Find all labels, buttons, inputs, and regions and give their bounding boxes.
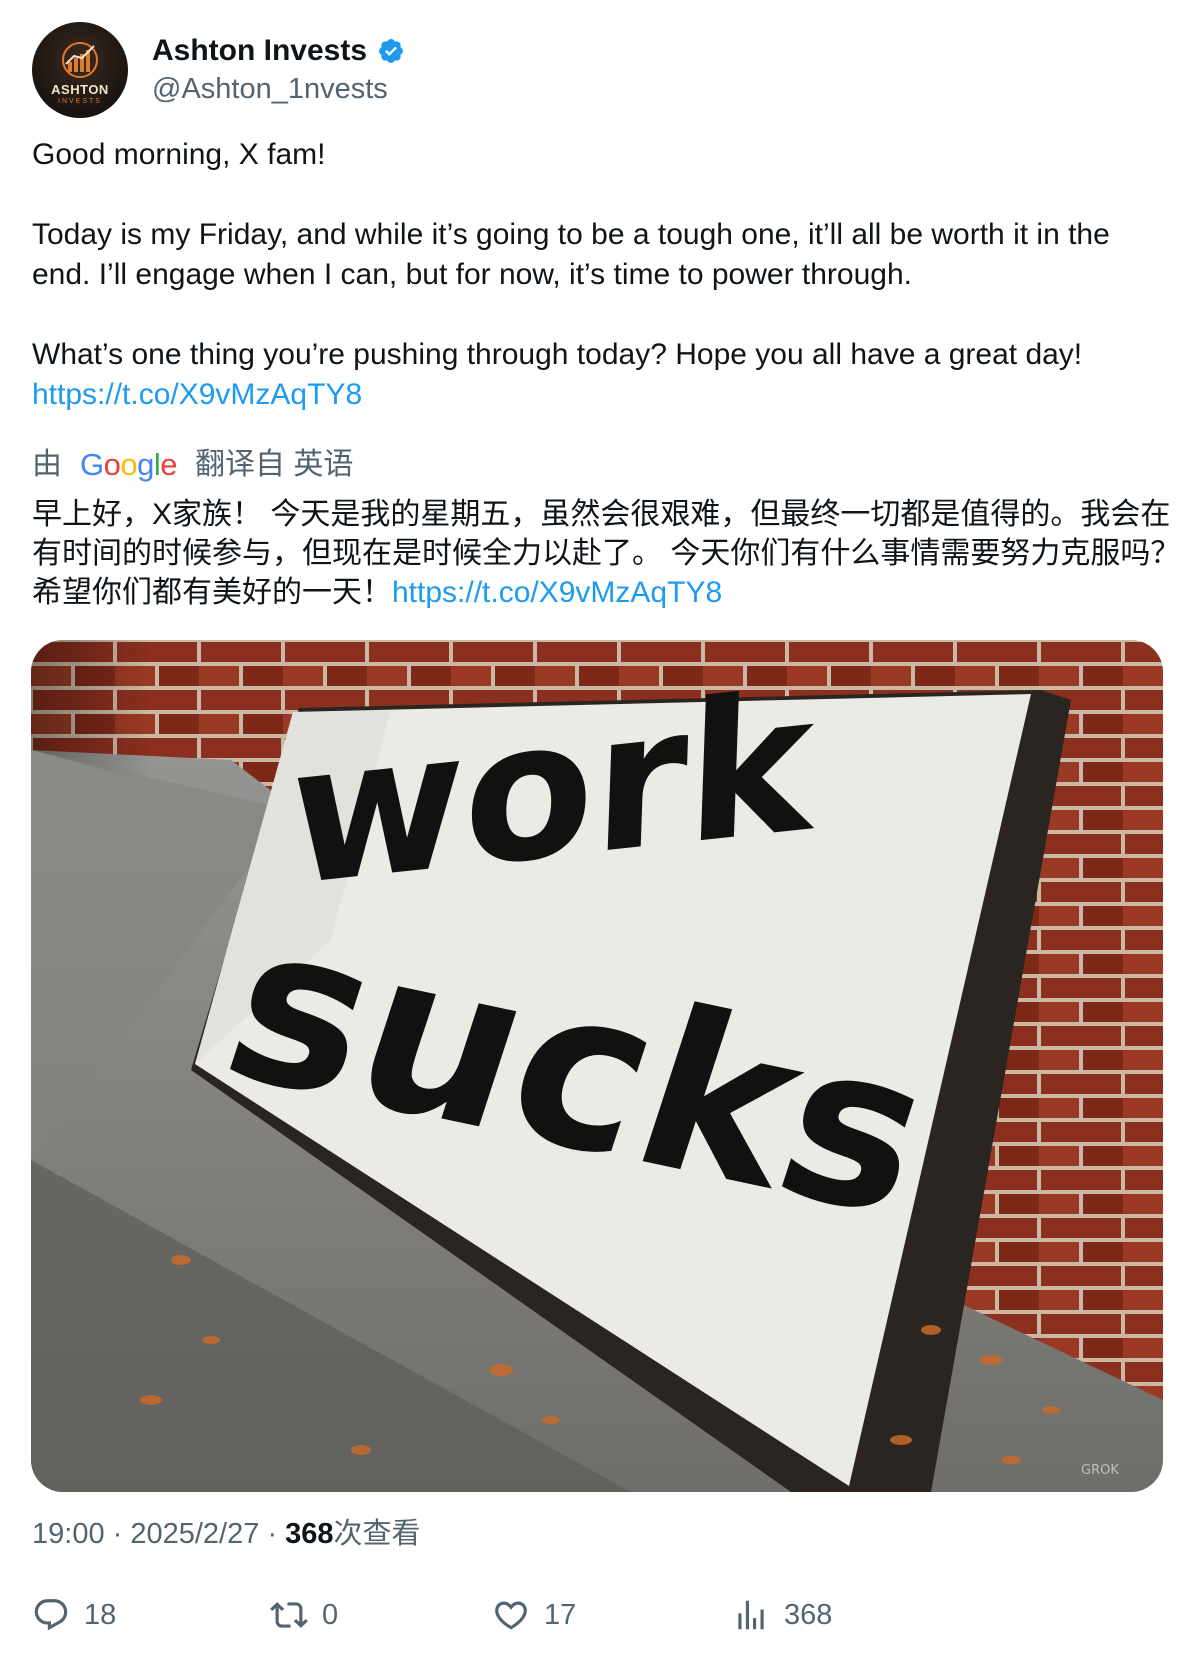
separator: · (267, 1518, 286, 1550)
author-handle[interactable]: @Ashton_1nvests (152, 70, 405, 108)
repost-button[interactable]: 0 (270, 1596, 338, 1634)
repost-icon (270, 1602, 308, 1628)
translation-suffix: 翻译自 英语 (195, 448, 354, 481)
reply-button[interactable]: 18 (32, 1596, 116, 1634)
translation-attribution: 由 Google 翻译自 英语 (32, 445, 353, 485)
tweet-date[interactable]: 2025/2/27 (130, 1518, 259, 1550)
reply-count: 18 (84, 1598, 117, 1631)
tweet-header: ASHTON INVESTS Ashton Invests @Ashton_1n… (32, 22, 405, 118)
avatar[interactable]: ASHTON INVESTS (32, 22, 128, 118)
author-display-name[interactable]: Ashton Invests (152, 32, 405, 70)
views-count: 368 (285, 1518, 334, 1550)
views-bar-chart-icon (738, 1600, 764, 1630)
avatar-wordmark: ASHTON (51, 82, 109, 97)
tweet-link[interactable]: https://t.co/X9vMzAqTY8 (32, 375, 1172, 415)
verified-badge-icon (379, 39, 404, 63)
repost-count: 0 (322, 1598, 339, 1631)
tweet-text: Good morning, X fam! Today is my Friday,… (32, 135, 1172, 415)
chart-logo-icon (62, 42, 98, 78)
views-button[interactable]: 368 (732, 1596, 832, 1634)
like-button[interactable]: 17 (492, 1596, 576, 1634)
like-count: 17 (544, 1598, 577, 1631)
separator: · (112, 1518, 131, 1550)
avatar-subtitle: INVESTS (58, 98, 102, 105)
tweet-image[interactable]: work sucks GROK (31, 640, 1163, 1492)
tweet-paragraph: Today is my Friday, and while it’s going… (32, 218, 1110, 291)
views-label: 次查看 (333, 1518, 421, 1550)
heart-icon (495, 1601, 527, 1630)
work-sucks-sign-image: work sucks GROK (31, 640, 1163, 1492)
tweet-paragraph: What’s one thing you’re pushing through … (32, 338, 1083, 371)
reply-icon (34, 1599, 68, 1631)
display-name-text[interactable]: Ashton Invests (152, 32, 367, 70)
translation-prefix: 由 (32, 448, 62, 481)
action-bar: 18 0 17 368 (32, 1596, 1172, 1646)
translated-text: 早上好，X家族！ 今天是我的星期五，虽然会很艰难，但最终一切都是值得的。我会在有… (32, 495, 1182, 612)
tweet-greeting: Good morning, X fam! (32, 138, 326, 171)
google-logo-icon: Google (80, 447, 178, 482)
translated-link[interactable]: https://t.co/X9vMzAqTY8 (392, 576, 722, 609)
author-names: Ashton Invests @Ashton_1nvests (152, 32, 405, 108)
tweet-time[interactable]: 19:00 (32, 1518, 105, 1550)
views-action-count: 368 (784, 1598, 833, 1631)
tweet-meta: 19:00 · 2025/2/27 · 368次查看 (32, 1514, 421, 1554)
grok-watermark: GROK (1081, 1463, 1119, 1478)
